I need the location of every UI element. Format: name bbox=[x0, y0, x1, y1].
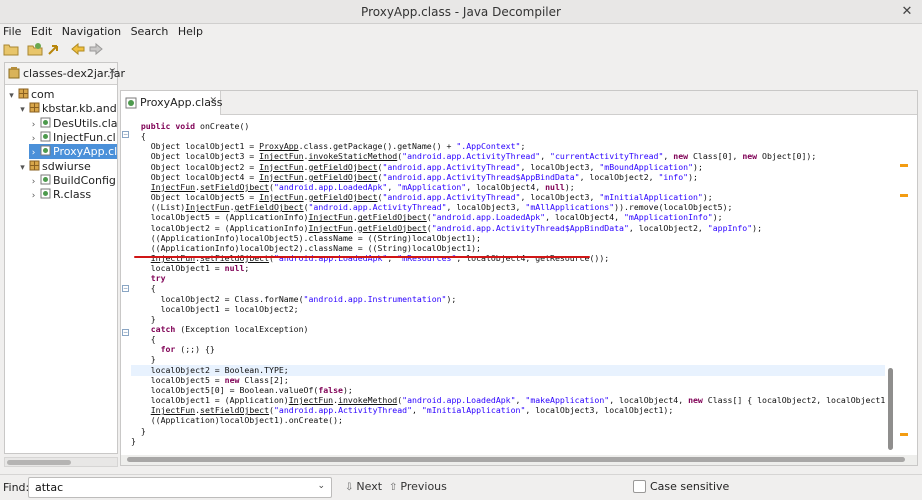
class-file-icon bbox=[40, 131, 51, 142]
package-icon bbox=[18, 88, 29, 99]
tree-item[interactable]: ▾ kbstar.kb.and bbox=[18, 101, 117, 116]
annotation-underline bbox=[134, 256, 590, 258]
class-file-icon bbox=[125, 97, 137, 109]
find-input-value: attac bbox=[35, 481, 64, 494]
go-to-icon[interactable] bbox=[47, 42, 63, 56]
tree-item-label: ProxyApp.cl bbox=[53, 145, 117, 159]
package-icon bbox=[29, 102, 40, 113]
class-file-icon bbox=[40, 117, 51, 128]
tab-classes-jar[interactable]: classes-dex2jar.jar ✕ bbox=[5, 63, 125, 85]
case-sensitive-checkbox[interactable] bbox=[633, 480, 646, 493]
close-window-icon[interactable]: ✕ bbox=[900, 5, 914, 19]
overview-marker[interactable] bbox=[900, 194, 908, 197]
back-icon[interactable] bbox=[70, 42, 86, 56]
tree-item-label: kbstar.kb.and bbox=[42, 102, 117, 116]
package-icon bbox=[29, 160, 40, 171]
find-input[interactable]: attac ⌄ bbox=[28, 477, 332, 498]
code-line: public void onCreate() bbox=[140, 121, 250, 131]
collapse-arrow-icon[interactable]: › bbox=[29, 189, 38, 204]
fold-gutter: − − − bbox=[121, 115, 131, 459]
menu-navigation[interactable]: Navigation bbox=[62, 24, 121, 40]
expand-arrow-icon[interactable]: ▾ bbox=[7, 89, 16, 104]
tab-proxyapp-class[interactable]: ProxyApp.class ✕ bbox=[121, 91, 222, 115]
find-next-button[interactable]: ⇩ Next bbox=[345, 480, 382, 493]
tree-item[interactable]: › InjectFun.cl bbox=[29, 130, 117, 145]
fold-toggle-icon[interactable]: − bbox=[122, 329, 129, 336]
menu-help[interactable]: Help bbox=[178, 24, 203, 40]
tree-item[interactable]: › BuildConfig bbox=[29, 173, 117, 188]
forward-icon[interactable] bbox=[88, 42, 104, 56]
open-file-icon[interactable] bbox=[3, 42, 19, 56]
tree-item[interactable]: › DesUtils.cla bbox=[29, 116, 117, 131]
source-code[interactable]: public void onCreate() { Object localObj… bbox=[131, 115, 885, 453]
menu-search[interactable]: Search bbox=[131, 24, 169, 40]
tree-item[interactable]: ▾ sdwiurse bbox=[18, 159, 117, 174]
expand-arrow-icon[interactable]: ▾ bbox=[18, 161, 27, 176]
class-file-icon bbox=[40, 174, 51, 185]
code-editor: ProxyApp.class ✕ − − − public void onCre… bbox=[120, 90, 918, 466]
tree-item[interactable]: › ProxyApp.cl bbox=[29, 144, 117, 160]
jar-browser-panel: classes-dex2jar.jar ✕ ▾ com ▾ kbstar.kb.and… bbox=[4, 62, 125, 454]
close-tab-icon[interactable]: ✕ bbox=[209, 96, 217, 106]
tree-item-label: InjectFun.cl bbox=[53, 130, 116, 144]
code-line: } bbox=[131, 435, 136, 446]
overview-ruler bbox=[898, 116, 914, 456]
tree-item-label: sdwiurse bbox=[42, 159, 91, 173]
close-tab-icon[interactable]: ✕ bbox=[108, 67, 116, 77]
tree-item-label: com bbox=[31, 88, 55, 101]
tree-horizontal-scrollbar[interactable] bbox=[4, 457, 118, 467]
editor-tab-bar: ProxyApp.class ✕ bbox=[121, 91, 917, 115]
editor-vertical-scrollbar[interactable] bbox=[886, 116, 896, 452]
arrow-up-icon: ⇧ bbox=[389, 482, 398, 493]
fold-toggle-icon[interactable]: − bbox=[122, 131, 129, 138]
jar-icon bbox=[8, 67, 20, 79]
window-title: ProxyApp.class - Java Decompiler bbox=[361, 5, 561, 19]
menu-file[interactable]: File bbox=[3, 24, 21, 40]
find-label: Find: bbox=[3, 481, 30, 494]
menu-edit[interactable]: Edit bbox=[31, 24, 52, 40]
tree-item[interactable]: › R.class bbox=[29, 187, 117, 202]
overview-marker[interactable] bbox=[900, 433, 908, 436]
tree-item-label: BuildConfig bbox=[53, 173, 116, 187]
find-previous-button[interactable]: ⇧ Previous bbox=[389, 480, 447, 493]
code-line: ((Application)localObject1).onCreate(); bbox=[131, 415, 343, 426]
editor-horizontal-scrollbar[interactable] bbox=[121, 455, 917, 465]
arrow-down-icon: ⇩ bbox=[345, 482, 354, 493]
open-type-icon[interactable] bbox=[27, 42, 43, 56]
find-bar: Find: attac ⌄ ⇩ Next ⇧ Previous Case sensi… bbox=[0, 474, 922, 500]
menu-bar: File Edit Navigation Search Help bbox=[0, 24, 922, 40]
class-file-icon bbox=[40, 145, 51, 156]
tree-item-label: R.class bbox=[53, 188, 92, 202]
window-titlebar: ProxyApp.class - Java Decompiler ✕ bbox=[0, 0, 922, 24]
overview-marker[interactable] bbox=[900, 164, 908, 167]
tree-item[interactable]: ▾ com bbox=[7, 87, 117, 102]
class-file-icon bbox=[40, 188, 51, 199]
package-tree: ▾ com ▾ kbstar.kb.and › DesUtils.cla › InjectFu… bbox=[5, 87, 117, 453]
case-sensitive-label: Case sensitive bbox=[650, 480, 730, 493]
tree-item-label: DesUtils.cla bbox=[53, 116, 117, 130]
expand-arrow-icon[interactable]: ▾ bbox=[18, 103, 27, 118]
code-line: localObject1 = localObject2; bbox=[131, 303, 299, 314]
chevron-down-icon[interactable]: ⌄ bbox=[317, 481, 325, 491]
code-line: catch (Exception localException) bbox=[150, 324, 309, 334]
fold-toggle-icon[interactable]: − bbox=[122, 285, 129, 292]
toolbar bbox=[0, 40, 922, 58]
